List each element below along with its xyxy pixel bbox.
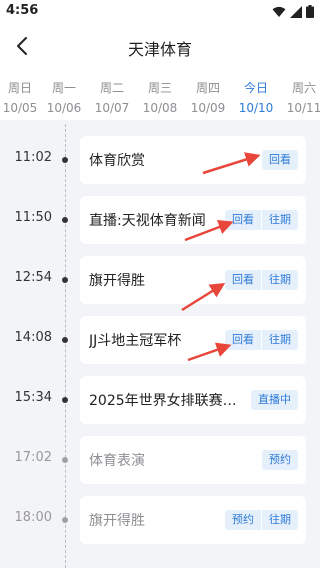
program-time: 11:50 bbox=[14, 210, 52, 225]
replay-button[interactable]: 回看 bbox=[225, 270, 261, 290]
timeline-dot bbox=[62, 217, 68, 223]
date-tab-sat[interactable]: 周六 10/11 bbox=[280, 68, 320, 120]
reserve-button[interactable]: 预约 bbox=[262, 450, 298, 470]
day-label: 周三 bbox=[147, 81, 172, 95]
past-episodes-button[interactable]: 往期 bbox=[261, 510, 298, 530]
timeline-dot bbox=[62, 337, 68, 343]
status-icons bbox=[272, 5, 314, 18]
program-time: 14:08 bbox=[14, 330, 52, 345]
app-header: 天津体育 bbox=[0, 24, 320, 68]
timeline-dot bbox=[62, 157, 68, 163]
program-title: JJ斗地主冠军杯 bbox=[89, 333, 182, 349]
day-date: 10/11 bbox=[286, 101, 320, 115]
status-time: 4:56 bbox=[6, 3, 39, 18]
program-row: 11:50 直播:天视体育新闻 回看 往期 bbox=[0, 196, 320, 244]
day-date: 10/08 bbox=[142, 101, 178, 115]
program-card[interactable]: 体育欣赏 回看 bbox=[80, 136, 306, 184]
day-label: 周二 bbox=[99, 81, 124, 95]
day-label: 周四 bbox=[195, 81, 220, 95]
program-title: 2025年世界女排联赛第… bbox=[89, 393, 249, 409]
program-card[interactable]: 旗开得胜 预约 往期 bbox=[80, 496, 306, 544]
past-episodes-button[interactable]: 往期 bbox=[261, 330, 298, 350]
day-label: 周日 bbox=[7, 81, 32, 95]
day-date: 10/10 bbox=[238, 101, 274, 115]
program-card[interactable]: 直播:天视体育新闻 回看 往期 bbox=[80, 196, 306, 244]
battery-icon bbox=[306, 5, 314, 18]
day-date: 10/07 bbox=[94, 101, 130, 115]
timeline-dot bbox=[62, 457, 68, 463]
program-card[interactable]: 旗开得胜 回看 往期 bbox=[80, 256, 306, 304]
wifi-icon bbox=[272, 6, 286, 17]
program-title: 体育表演 bbox=[89, 453, 145, 469]
live-button[interactable]: 直播中 bbox=[251, 390, 298, 410]
program-row: 18:00 旗开得胜 预约 往期 bbox=[0, 496, 320, 544]
day-label: 今日 bbox=[243, 81, 268, 95]
program-list: 11:02 体育欣赏 回看 11:50 直播:天视体育新闻 回看 往期 12:5… bbox=[0, 124, 320, 568]
page-title: 天津体育 bbox=[127, 40, 192, 59]
program-time: 15:34 bbox=[14, 390, 52, 405]
day-label: 周一 bbox=[51, 81, 76, 95]
day-label: 周六 bbox=[291, 81, 316, 95]
status-bar: 4:56 bbox=[0, 0, 320, 24]
reserve-button[interactable]: 预约 bbox=[225, 510, 261, 530]
replay-button[interactable]: 回看 bbox=[225, 210, 261, 230]
past-episodes-button[interactable]: 往期 bbox=[261, 210, 298, 230]
date-tabs: 周日 10/05 周一 10/06 周二 10/07 周三 10/08 周四 1… bbox=[0, 68, 320, 120]
program-time: 11:02 bbox=[14, 150, 52, 165]
timeline-dot bbox=[62, 517, 68, 523]
program-row: 17:02 体育表演 预约 bbox=[0, 436, 320, 484]
timeline-dot bbox=[62, 277, 68, 283]
date-tab-today[interactable]: 今日 10/10 bbox=[232, 68, 280, 120]
past-episodes-button[interactable]: 往期 bbox=[261, 270, 298, 290]
timeline-dot bbox=[62, 397, 68, 403]
program-row: 15:34 2025年世界女排联赛第… 直播中 bbox=[0, 376, 320, 424]
date-tab-tue[interactable]: 周二 10/07 bbox=[88, 68, 136, 120]
date-tab-mon[interactable]: 周一 10/06 bbox=[40, 68, 88, 120]
program-title: 旗开得胜 bbox=[89, 273, 145, 289]
day-date: 10/06 bbox=[46, 101, 82, 115]
day-date: 10/09 bbox=[190, 101, 226, 115]
program-time: 18:00 bbox=[14, 510, 52, 525]
replay-button[interactable]: 回看 bbox=[225, 330, 261, 350]
program-card[interactable]: 体育表演 预约 bbox=[80, 436, 306, 484]
program-row: 14:08 JJ斗地主冠军杯 回看 往期 bbox=[0, 316, 320, 364]
date-tab-wed[interactable]: 周三 10/08 bbox=[136, 68, 184, 120]
program-card[interactable]: JJ斗地主冠军杯 回看 往期 bbox=[80, 316, 306, 364]
program-row: 12:54 旗开得胜 回看 往期 bbox=[0, 256, 320, 304]
signal-icon bbox=[290, 5, 302, 18]
date-tab-thu[interactable]: 周四 10/09 bbox=[184, 68, 232, 120]
program-row: 11:02 体育欣赏 回看 bbox=[0, 136, 320, 184]
program-time: 17:02 bbox=[14, 450, 52, 465]
program-title: 直播:天视体育新闻 bbox=[89, 213, 206, 229]
replay-button[interactable]: 回看 bbox=[262, 150, 298, 170]
program-title: 旗开得胜 bbox=[89, 513, 145, 529]
program-title: 体育欣赏 bbox=[89, 153, 145, 169]
date-tab-sun[interactable]: 周日 10/05 bbox=[0, 68, 40, 120]
program-card[interactable]: 2025年世界女排联赛第… 直播中 bbox=[80, 376, 306, 424]
day-date: 10/05 bbox=[2, 101, 38, 115]
program-time: 12:54 bbox=[14, 270, 52, 285]
